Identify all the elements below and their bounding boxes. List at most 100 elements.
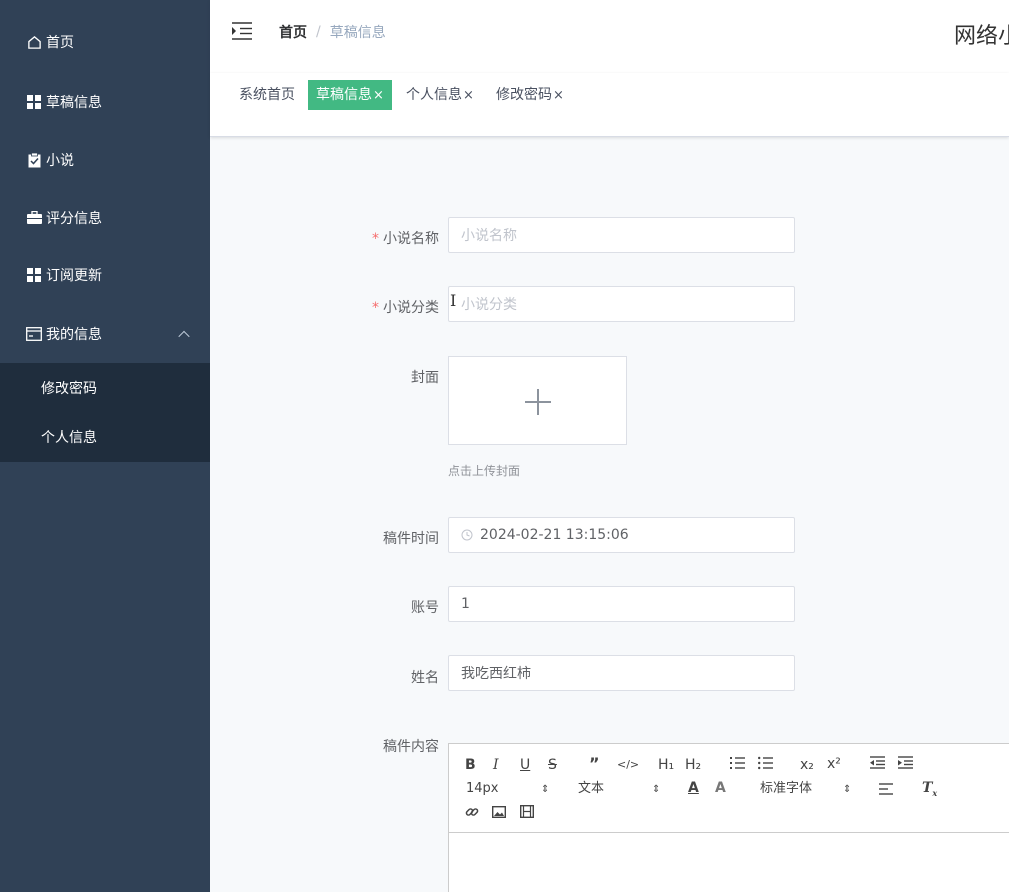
link-icon[interactable]	[465, 805, 479, 824]
name-label: 姓名	[319, 667, 439, 687]
editor-toolbar: B I U S ” </> H₁ H₂ x₂ x² 14px ⇕ 文本 ⇕ A …	[449, 744, 1009, 833]
video-icon[interactable]	[519, 804, 535, 823]
plus-icon	[537, 389, 539, 415]
breadcrumb: 首页 / 草稿信息	[279, 22, 386, 42]
image-icon[interactable]	[491, 805, 507, 823]
draft-time-label: 稿件时间	[319, 528, 439, 548]
bullet-list-icon[interactable]	[758, 756, 773, 775]
account-input[interactable]: 1	[448, 586, 795, 622]
font-size-select[interactable]: 14px	[466, 780, 499, 798]
menu-item-home[interactable]: 首页	[0, 0, 210, 84]
clock-icon	[461, 529, 473, 541]
label-text: 封面	[411, 370, 439, 386]
label-text: 稿件时间	[383, 531, 439, 547]
label-text: 姓名	[411, 670, 439, 686]
blockquote-icon[interactable]: ”	[589, 755, 600, 773]
label-text: 稿件内容	[383, 739, 439, 755]
code-block-icon[interactable]: </>	[617, 756, 639, 774]
hamburger-icon[interactable]	[232, 22, 252, 40]
input-placeholder: 小说名称	[461, 228, 517, 244]
menu-item-label: 我的信息	[46, 326, 102, 343]
menu-item-ratings[interactable]: 评分信息	[0, 201, 210, 234]
tag-change-password[interactable]: 修改密码×	[496, 80, 564, 110]
menu-item-label: 首页	[46, 35, 74, 51]
grid-icon	[26, 94, 42, 110]
close-icon[interactable]: ×	[553, 88, 564, 103]
editor-content-area[interactable]	[449, 833, 1009, 892]
tag-label: 草稿信息	[316, 87, 372, 103]
text-cursor-icon: I	[450, 291, 457, 310]
text-style-select[interactable]: 文本	[578, 780, 604, 798]
menu-item-drafts[interactable]: 草稿信息	[0, 84, 210, 119]
cover-label: 封面	[319, 367, 439, 387]
strike-button[interactable]: S	[548, 756, 557, 774]
underline-button[interactable]: U	[520, 756, 530, 774]
tag-label: 系统首页	[239, 87, 295, 103]
menu-item-my-info[interactable]: 我的信息	[0, 315, 210, 352]
close-icon[interactable]: ×	[373, 88, 384, 103]
bold-button[interactable]: B	[465, 756, 476, 774]
ordered-list-icon[interactable]	[730, 756, 745, 775]
background-color-icon[interactable]: A	[715, 779, 726, 797]
h1-button[interactable]: H₁	[658, 756, 674, 774]
subscript-button[interactable]: x₂	[800, 756, 814, 774]
breadcrumb-current: 草稿信息	[329, 25, 386, 41]
font-color-icon[interactable]: A	[688, 779, 699, 797]
sub-item-change-password[interactable]: 修改密码	[0, 363, 210, 412]
label-text: 小说名称	[383, 231, 439, 247]
novel-name-input[interactable]: 小说名称	[448, 217, 795, 253]
menu-item-novel[interactable]: 小说	[0, 119, 210, 201]
outdent-icon[interactable]	[870, 756, 885, 774]
clipboard-check-icon	[26, 152, 42, 168]
menu-item-label: 评分信息	[46, 210, 102, 227]
home-icon	[26, 34, 42, 50]
clear-format-icon[interactable]: Tx	[922, 779, 937, 802]
select-arrows-icon: ⇕	[843, 784, 852, 795]
indent-icon[interactable]	[898, 756, 913, 774]
site-title: 网络小	[954, 24, 1009, 49]
h2-button[interactable]: H₂	[685, 756, 701, 774]
account-label: 账号	[319, 597, 439, 617]
breadcrumb-home[interactable]: 首页	[279, 22, 307, 42]
font-family-select[interactable]: 标准字体	[760, 780, 812, 798]
tag-system-home[interactable]: 系统首页	[239, 80, 295, 110]
input-placeholder: 小说分类	[461, 297, 517, 313]
italic-button[interactable]: I	[493, 756, 499, 774]
novel-category-input[interactable]: 小说分类	[448, 286, 795, 322]
close-icon[interactable]: ×	[463, 88, 474, 103]
cover-upload-hint: 点击上传封面	[448, 464, 521, 478]
tag-personal-info[interactable]: 个人信息×	[406, 80, 474, 110]
sub-item-label: 个人信息	[41, 430, 97, 446]
menu-item-label: 订阅更新	[46, 267, 102, 284]
name-input[interactable]: 我吃西红柿	[448, 655, 795, 691]
novel-name-label: * 小说名称	[319, 228, 439, 248]
draft-time-value: 2024-02-21 13:15:06	[480, 527, 629, 543]
required-mark: *	[372, 300, 379, 316]
select-arrows-icon: ⇕	[541, 784, 550, 795]
label-text: 小说分类	[383, 300, 439, 316]
sub-item-label: 修改密码	[41, 380, 97, 397]
name-value: 我吃西红柿	[461, 666, 531, 682]
menu-item-label: 草稿信息	[46, 94, 102, 111]
draft-time-picker[interactable]: 2024-02-21 13:15:06	[448, 517, 795, 553]
breadcrumb-separator: /	[316, 24, 321, 40]
tag-label: 个人信息	[406, 87, 462, 103]
novel-category-label: * 小说分类	[319, 297, 439, 317]
sub-item-personal-info[interactable]: 个人信息	[0, 412, 210, 462]
menu-item-subscribe[interactable]: 订阅更新	[0, 234, 210, 315]
label-text: 账号	[411, 600, 439, 616]
tag-label: 修改密码	[496, 87, 552, 103]
cover-upload[interactable]	[448, 356, 627, 445]
align-icon[interactable]	[879, 782, 893, 800]
superscript-button[interactable]: x²	[827, 755, 841, 773]
required-mark: *	[372, 231, 379, 247]
tags-view-bar: 系统首页 草稿信息× 个人信息× 修改密码×	[210, 73, 1009, 137]
sidebar: 首页 草稿信息 小说 评分信息 订阅更新 我的信息 修改密码 个人信息	[0, 0, 210, 892]
account-value: 1	[461, 596, 470, 612]
submenu-my-info: 修改密码 个人信息	[0, 363, 210, 462]
tag-drafts[interactable]: 草稿信息×	[308, 80, 392, 110]
menu-item-label: 小说	[46, 153, 74, 169]
chevron-up-icon	[178, 330, 190, 342]
top-navbar: 首页 / 草稿信息 网络小	[210, 0, 1009, 73]
card-icon	[26, 326, 42, 342]
